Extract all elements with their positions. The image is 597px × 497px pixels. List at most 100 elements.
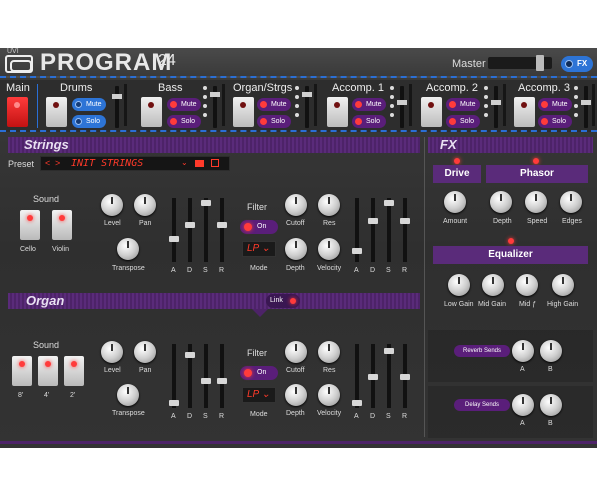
fader-thumb[interactable]: [185, 222, 195, 228]
eq-high-gain-knob[interactable]: [552, 274, 574, 296]
fader-thumb[interactable]: [368, 374, 378, 380]
drums-mute-button[interactable]: Mute: [72, 98, 106, 111]
strings-depth-knob[interactable]: [285, 238, 307, 260]
organ-filter-on-toggle[interactable]: On: [240, 366, 278, 380]
bass-solo-button[interactable]: Solo: [167, 115, 201, 128]
fader-thumb[interactable]: [400, 218, 410, 224]
strings-sustain-fader[interactable]: [201, 198, 211, 262]
organ-mode-select[interactable]: LP ⌄: [242, 387, 276, 403]
strings-res-knob[interactable]: [318, 194, 340, 216]
organ-2-pad[interactable]: [64, 356, 84, 386]
organ-expand-arrow-icon[interactable]: [252, 309, 268, 317]
part-drums[interactable]: Drums Mute Solo: [40, 80, 132, 132]
organ-velocity-knob[interactable]: [318, 384, 340, 406]
fader-thumb[interactable]: [352, 400, 362, 406]
part-accomp-1[interactable]: Accomp. 1 Mute Solo: [322, 80, 414, 132]
strings-level-knob[interactable]: [101, 194, 123, 216]
reverb-send-b-knob[interactable]: [540, 340, 562, 362]
fader-thumb[interactable]: [384, 200, 394, 206]
strings-pan-knob[interactable]: [134, 194, 156, 216]
organ-strings-volume-fader[interactable]: [302, 86, 312, 128]
cello-pad[interactable]: [20, 210, 40, 240]
violin-pad[interactable]: [52, 210, 72, 240]
organ-pan-knob[interactable]: [134, 341, 156, 363]
accomp-3-solo-button[interactable]: Solo: [538, 115, 572, 128]
fader-thumb[interactable]: [169, 236, 179, 242]
organ-transpose-knob[interactable]: [117, 384, 139, 406]
phasor-edges-knob[interactable]: [560, 191, 582, 213]
fader-thumb[interactable]: [169, 400, 179, 406]
organ-strings-solo-button[interactable]: Solo: [257, 115, 291, 128]
eq-mid-freq-knob[interactable]: [516, 274, 538, 296]
bass-volume-fader[interactable]: [210, 86, 220, 128]
master-volume-slider[interactable]: [488, 55, 552, 71]
phasor-speed-knob[interactable]: [525, 191, 547, 213]
accomp-3-select-pad[interactable]: [514, 97, 535, 127]
organ-decay-fader[interactable]: [185, 344, 195, 408]
accomp-3-mute-button[interactable]: Mute: [538, 98, 572, 111]
organ-depth-knob[interactable]: [285, 384, 307, 406]
strings-amp-attack-fader[interactable]: [352, 198, 362, 262]
organ-amp-decay-fader[interactable]: [368, 344, 378, 408]
fader-thumb[interactable]: [217, 222, 227, 228]
accomp-1-select-pad[interactable]: [327, 97, 348, 127]
bass-select-pad[interactable]: [141, 97, 162, 127]
strings-amp-sustain-fader[interactable]: [384, 198, 394, 262]
accomp-1-volume-fader[interactable]: [397, 86, 407, 128]
drums-select-pad[interactable]: [46, 97, 67, 127]
fader-thumb[interactable]: [210, 92, 220, 97]
delay-send-b-knob[interactable]: [540, 394, 562, 416]
eq-low-gain-knob[interactable]: [448, 274, 470, 296]
strings-velocity-knob[interactable]: [318, 238, 340, 260]
fader-thumb[interactable]: [112, 94, 122, 99]
reverb-sends-toggle[interactable]: Reverb Sends: [454, 345, 510, 357]
fader-thumb[interactable]: [397, 100, 407, 105]
organ-attack-fader[interactable]: [169, 344, 179, 408]
fader-thumb[interactable]: [185, 352, 195, 358]
fader-thumb[interactable]: [217, 378, 227, 384]
phasor-depth-knob[interactable]: [490, 191, 512, 213]
drive-amount-knob[interactable]: [444, 191, 466, 213]
strings-release-fader[interactable]: [217, 198, 227, 262]
strings-mode-select[interactable]: LP ⌄: [242, 241, 276, 257]
master-volume-thumb[interactable]: [536, 55, 544, 71]
accomp-1-solo-button[interactable]: Solo: [352, 115, 386, 128]
drive-button[interactable]: Drive: [433, 165, 481, 183]
accomp-2-select-pad[interactable]: [421, 97, 442, 127]
strings-cutoff-knob[interactable]: [285, 194, 307, 216]
preset-next-icon[interactable]: >: [55, 158, 60, 168]
fx-toggle-button[interactable]: FX: [561, 56, 593, 72]
organ-res-knob[interactable]: [318, 341, 340, 363]
accomp-3-volume-fader[interactable]: [581, 86, 591, 128]
phasor-button[interactable]: Phasor: [486, 165, 588, 183]
strings-filter-on-toggle[interactable]: On: [240, 220, 278, 234]
part-accomp-2[interactable]: Accomp. 2 Mute Solo: [416, 80, 508, 132]
organ-amp-release-fader[interactable]: [400, 344, 410, 408]
preset-selector[interactable]: < > INIT STRINGS ⌄: [40, 156, 230, 171]
accomp-2-solo-button[interactable]: Solo: [446, 115, 480, 128]
fader-thumb[interactable]: [581, 100, 591, 105]
organ-amp-attack-fader[interactable]: [352, 344, 362, 408]
main-select-pad[interactable]: [7, 97, 28, 127]
organ-release-fader[interactable]: [217, 344, 227, 408]
organ-cutoff-knob[interactable]: [285, 341, 307, 363]
folder-icon[interactable]: [195, 160, 204, 167]
preset-dropdown-icon[interactable]: ⌄: [181, 158, 188, 167]
organ-4-pad[interactable]: [38, 356, 58, 386]
part-main[interactable]: Main: [0, 80, 36, 132]
strings-amp-decay-fader[interactable]: [368, 198, 378, 262]
organ-amp-sustain-fader[interactable]: [384, 344, 394, 408]
accomp-2-mute-button[interactable]: Mute: [446, 98, 480, 111]
delay-sends-toggle[interactable]: Delay Sends: [454, 399, 510, 411]
delay-send-a-knob[interactable]: [512, 394, 534, 416]
accomp-2-volume-fader[interactable]: [491, 86, 501, 128]
eq-mid-gain-knob[interactable]: [482, 274, 504, 296]
part-accomp-3[interactable]: Accomp. 3 Mute Solo: [510, 80, 597, 132]
drums-volume-fader[interactable]: [112, 86, 122, 128]
strings-amp-release-fader[interactable]: [400, 198, 410, 262]
fader-thumb[interactable]: [201, 200, 211, 206]
drums-solo-button[interactable]: Solo: [72, 115, 106, 128]
fader-thumb[interactable]: [400, 374, 410, 380]
organ-sustain-fader[interactable]: [201, 344, 211, 408]
fader-thumb[interactable]: [368, 218, 378, 224]
